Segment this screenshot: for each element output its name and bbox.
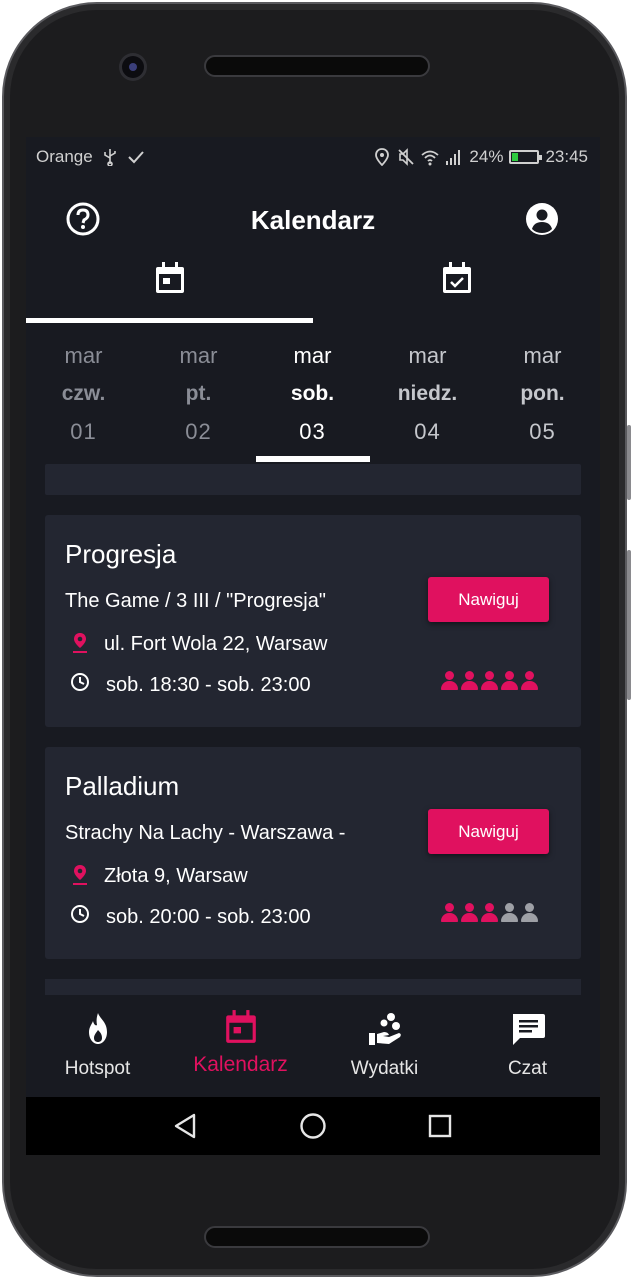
front-camera (122, 56, 144, 78)
day-weekday: pt. (185, 382, 212, 405)
day-item-selected[interactable]: mar sob. 03 (255, 337, 370, 451)
flame-icon (88, 1013, 107, 1044)
hand-coins-icon (368, 1013, 401, 1045)
day-indicator (256, 456, 370, 462)
nav-kalendarz[interactable]: Kalendarz (169, 995, 312, 1097)
attendance-indicator (440, 902, 540, 924)
nav-czat[interactable]: Czat (456, 995, 599, 1097)
chat-icon (512, 1014, 545, 1045)
nav-hotspot[interactable]: Hotspot (26, 995, 169, 1097)
venue-address: ul. Fort Wola 22, Warsaw (104, 633, 328, 655)
navigate-button[interactable]: Nawiguj (428, 809, 549, 854)
day-month: mar (293, 343, 332, 368)
day-item[interactable]: mar pt. 02 (141, 337, 256, 451)
system-navigation-bar (26, 1097, 600, 1155)
day-month: mar (64, 343, 103, 368)
calendar-icon (155, 262, 184, 293)
location-pin-icon (73, 633, 87, 653)
person-active-icon (500, 670, 519, 692)
battery-percent: 24% (469, 147, 504, 166)
day-number: 03 (299, 419, 326, 444)
person-inactive-icon (520, 902, 539, 924)
venue-name: Palladium (65, 771, 180, 801)
person-inactive-icon (500, 902, 519, 924)
day-item[interactable]: mar niedz. 04 (370, 337, 485, 451)
person-active-icon (460, 670, 479, 692)
day-number: 05 (529, 419, 556, 444)
location-icon (375, 148, 390, 166)
event-card[interactable]: Progresja The Game / 3 III / "Progresja"… (45, 515, 581, 727)
day-weekday: sob. (290, 382, 335, 405)
venue-name: Progresja (65, 539, 177, 569)
event-card[interactable]: Palladium Strachy Na Lachy - Warszawa - … (45, 747, 581, 959)
nav-label: Hotspot (64, 1058, 131, 1079)
nav-label: Czat (507, 1058, 548, 1079)
calendar-check-icon (442, 262, 471, 293)
day-month: mar (523, 343, 562, 368)
check-icon (127, 151, 144, 164)
mute-icon (398, 148, 415, 166)
day-number: 01 (70, 419, 97, 444)
day-item[interactable]: mar pon. 05 (485, 337, 600, 451)
person-active-icon (460, 902, 479, 924)
navigate-button[interactable]: Nawiguj (428, 577, 549, 622)
tab-calendar[interactable] (26, 255, 313, 325)
back-icon[interactable] (172, 1113, 198, 1139)
power-button (627, 550, 631, 700)
wifi-icon (421, 150, 440, 166)
status-bar: Orange 24% 23:45 (26, 137, 600, 177)
page-title: Kalendarz (250, 205, 376, 235)
day-selector: mar czw. 01 mar pt. 02 mar sob. 03 mar n… (26, 337, 600, 467)
app-header: Kalendarz (26, 187, 600, 251)
tab-calendar-check[interactable] (313, 255, 600, 325)
card-stub (45, 464, 581, 495)
day-number: 02 (185, 419, 212, 444)
battery-icon (509, 150, 543, 164)
home-icon[interactable] (299, 1112, 327, 1140)
bottom-navigation: Hotspot Kalendarz Wydatki Czat (26, 995, 600, 1097)
nav-label: Kalendarz (193, 1053, 288, 1076)
bottom-speaker (204, 1226, 430, 1248)
event-title: The Game / 3 III / "Progresja" (65, 590, 326, 612)
signal-icon (446, 150, 461, 165)
day-item[interactable]: mar czw. 01 (26, 337, 141, 451)
volume-button (627, 425, 631, 500)
tab-indicator (26, 318, 313, 323)
calendar-icon (225, 1010, 256, 1043)
location-pin-icon (73, 865, 87, 885)
usb-icon (103, 149, 116, 166)
event-time: sob. 18:30 - sob. 23:00 (106, 674, 311, 696)
person-active-icon (440, 670, 459, 692)
event-title: Strachy Na Lachy - Warszawa - (65, 822, 346, 844)
nav-label: Wydatki (350, 1058, 419, 1079)
app-screen: Orange 24% 23:45 Kalendarz mar czw. 01 m… (26, 137, 600, 1155)
day-weekday: niedz. (397, 382, 458, 405)
day-month: mar (179, 343, 218, 368)
person-active-icon (480, 670, 499, 692)
clock-icon (71, 905, 89, 923)
day-weekday: czw. (61, 382, 106, 405)
event-time: sob. 20:00 - sob. 23:00 (106, 906, 311, 928)
nav-wydatki[interactable]: Wydatki (313, 995, 456, 1097)
account-circle-icon[interactable] (524, 201, 560, 237)
attendance-indicator (440, 670, 540, 692)
person-active-icon (520, 670, 539, 692)
day-number: 04 (414, 419, 441, 444)
earpiece-speaker (204, 55, 430, 77)
carrier-name: Orange (36, 147, 93, 166)
clock-icon (71, 673, 89, 691)
day-month: mar (408, 343, 447, 368)
person-active-icon (480, 902, 499, 924)
day-weekday: pon. (520, 382, 565, 405)
recents-icon[interactable] (428, 1114, 452, 1138)
venue-address: Złota 9, Warsaw (104, 865, 248, 887)
view-tabs (26, 255, 600, 325)
status-time: 23:45 (545, 147, 588, 166)
person-active-icon (440, 902, 459, 924)
